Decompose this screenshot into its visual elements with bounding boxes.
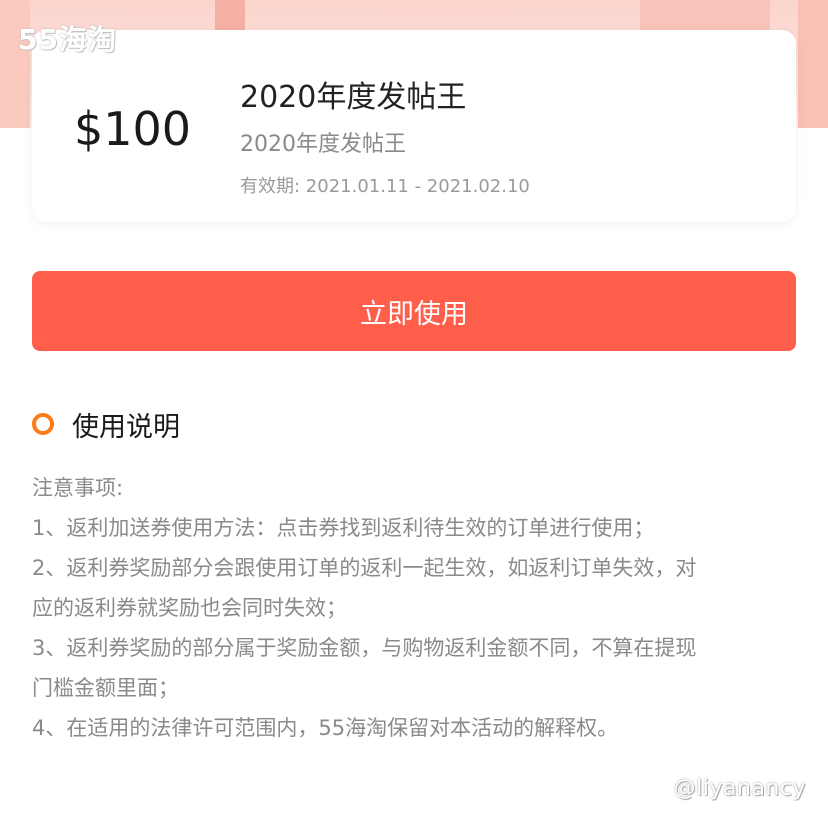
coupon-amount: $100 — [74, 102, 192, 156]
notes-line: 3、返利券奖励的部分属于奖励金额，与购物返利金额不同，不算在提现 — [32, 636, 697, 660]
bullet-circle-icon — [32, 413, 54, 435]
decoration-shape — [215, 0, 245, 34]
coupon-card[interactable]: $100 2020年度发帖王 2020年度发帖王 有效期: 2021.01.11… — [32, 30, 796, 222]
brand-watermark: 55海淘 — [18, 23, 117, 56]
coupon-validity: 有效期: 2021.01.11 - 2021.02.10 — [240, 176, 530, 197]
notes-line: 1、返利加送券使用方法：点击券找到返利待生效的订单进行使用； — [32, 516, 655, 540]
user-watermark: @liyanancy — [673, 776, 806, 801]
coupon-title: 2020年度发帖王 — [240, 80, 467, 115]
instructions-title: 使用说明 — [72, 411, 180, 443]
decoration-shape — [798, 0, 828, 128]
notes-line: 应的返利券就奖励也会同时失效； — [32, 596, 347, 620]
instructions-notes: 注意事项: 1、返利加送券使用方法：点击券找到返利待生效的订单进行使用； 2、返… — [32, 468, 802, 748]
notes-line: 门槛金额里面； — [32, 676, 179, 700]
coupon-subtitle: 2020年度发帖王 — [240, 132, 406, 157]
notes-line: 4、在适用的法律许可范围内，55海淘保留对本活动的解释权。 — [32, 716, 619, 740]
use-now-button[interactable]: 立即使用 — [32, 271, 796, 351]
notes-line: 注意事项: — [32, 476, 124, 500]
instructions-header: 使用说明 — [32, 404, 180, 444]
notes-line: 2、返利券奖励部分会跟使用订单的返利一起生效，如返利订单失效，对 — [32, 556, 697, 580]
